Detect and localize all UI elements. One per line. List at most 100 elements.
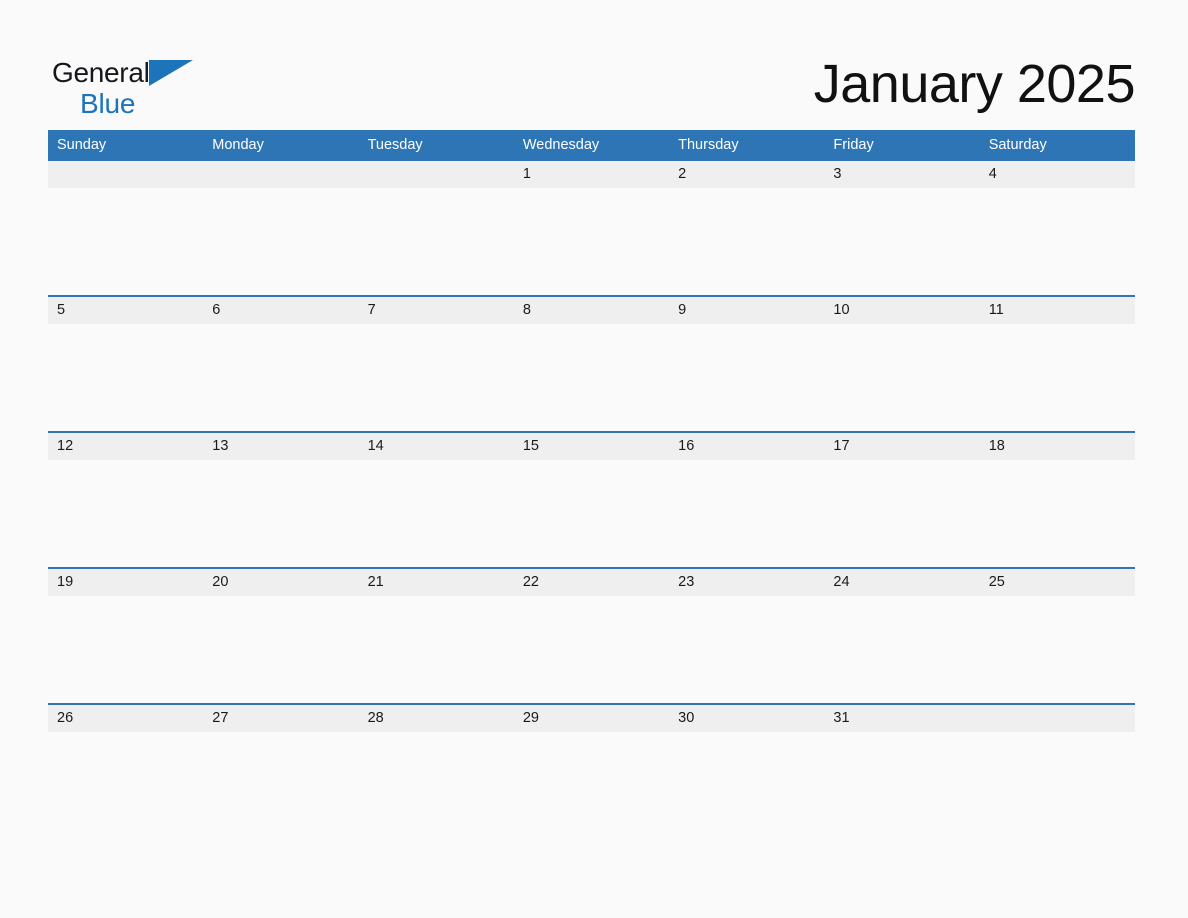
day-cell-number[interactable]: 7 [359, 297, 514, 324]
day-cell-body[interactable] [358, 732, 514, 762]
page-title: January 2025 [813, 54, 1136, 114]
week-date-strip: 26 27 28 29 30 31 [48, 705, 1135, 732]
week-body-strip [48, 460, 1135, 567]
day-cell-number[interactable]: 10 [824, 297, 979, 324]
logo-top-row: General [52, 58, 252, 88]
day-cell-number[interactable]: 1 [514, 161, 669, 188]
day-cell-body[interactable] [203, 324, 359, 431]
day-cell-number[interactable] [359, 161, 514, 188]
day-cell-number[interactable]: 29 [514, 705, 669, 732]
day-cell-body[interactable] [358, 188, 514, 295]
day-cell-number[interactable]: 27 [203, 705, 358, 732]
day-cell-body[interactable] [203, 188, 359, 295]
week-row: 19 20 21 22 23 24 25 [48, 567, 1135, 703]
day-cell-number[interactable]: 21 [359, 569, 514, 596]
calendar-grid: Sunday Monday Tuesday Wednesday Thursday… [48, 130, 1135, 762]
day-cell-body[interactable] [203, 596, 359, 703]
day-cell-number[interactable]: 8 [514, 297, 669, 324]
day-cell-number[interactable]: 20 [203, 569, 358, 596]
day-cell-number[interactable]: 19 [48, 569, 203, 596]
day-cell-body[interactable] [48, 596, 204, 703]
day-cell-number[interactable] [203, 161, 358, 188]
week-date-strip: 1 2 3 4 [48, 161, 1135, 188]
day-cell-body[interactable] [358, 460, 514, 567]
day-cell-number[interactable]: 23 [669, 569, 824, 596]
week-row: 1 2 3 4 [48, 161, 1135, 295]
day-cell-number[interactable]: 3 [824, 161, 979, 188]
weekday-header-tuesday: Tuesday [367, 137, 423, 153]
logo-text-blue: Blue [80, 88, 136, 119]
day-cell-number[interactable]: 31 [824, 705, 979, 732]
day-cell-body[interactable] [513, 324, 670, 431]
day-cell-number[interactable] [48, 161, 203, 188]
week-date-strip: 19 20 21 22 23 24 25 [48, 569, 1135, 596]
day-cell-number[interactable]: 15 [514, 433, 669, 460]
day-cell-body[interactable] [669, 188, 825, 295]
logo-text-general: General [52, 57, 150, 88]
week-body-strip [48, 188, 1135, 295]
day-cell-number[interactable]: 9 [669, 297, 824, 324]
week-row: 12 13 14 15 16 17 18 [48, 431, 1135, 567]
week-row: 26 27 28 29 30 31 [48, 703, 1135, 762]
weekday-header-sunday: Sunday [57, 137, 107, 153]
day-cell-body[interactable] [203, 460, 359, 567]
day-cell-body[interactable] [669, 324, 825, 431]
day-cell-number[interactable]: 5 [48, 297, 203, 324]
day-cell-body[interactable] [48, 732, 204, 762]
weekday-header-monday: Monday [212, 137, 264, 153]
day-cell-body[interactable] [669, 460, 825, 567]
day-cell-body[interactable] [824, 460, 980, 567]
day-cell-body[interactable] [824, 596, 980, 703]
day-cell-body[interactable] [203, 732, 359, 762]
day-cell-body[interactable] [979, 732, 1135, 762]
day-cell-number[interactable]: 13 [203, 433, 358, 460]
week-body-strip [48, 596, 1135, 703]
day-cell-body[interactable] [669, 596, 825, 703]
week-row: 5 6 7 8 9 10 11 [48, 295, 1135, 431]
weekday-header-row: Sunday Monday Tuesday Wednesday Thursday… [48, 130, 1135, 161]
day-cell-body[interactable] [513, 732, 670, 762]
day-cell-body[interactable] [48, 460, 204, 567]
day-cell-number[interactable]: 4 [980, 161, 1135, 188]
calendar-page: General Blue January 2025 Sunday Monday … [0, 0, 1188, 918]
day-cell-body[interactable] [513, 460, 670, 567]
day-cell-body[interactable] [513, 596, 670, 703]
day-cell-body[interactable] [979, 324, 1135, 431]
day-cell-body[interactable] [979, 596, 1135, 703]
day-cell-number[interactable]: 17 [824, 433, 979, 460]
day-cell-number[interactable]: 30 [669, 705, 824, 732]
day-cell-number[interactable]: 26 [48, 705, 203, 732]
general-blue-logo: General Blue [52, 58, 252, 119]
day-cell-body[interactable] [358, 596, 514, 703]
day-cell-body[interactable] [48, 188, 204, 295]
day-cell-number[interactable]: 24 [824, 569, 979, 596]
day-cell-number[interactable]: 11 [980, 297, 1135, 324]
day-cell-body[interactable] [824, 732, 980, 762]
day-cell-number[interactable]: 28 [359, 705, 514, 732]
day-cell-number[interactable]: 16 [669, 433, 824, 460]
day-cell-body[interactable] [513, 188, 670, 295]
day-cell-body[interactable] [48, 324, 204, 431]
week-date-strip: 12 13 14 15 16 17 18 [48, 433, 1135, 460]
weekday-header-saturday: Saturday [988, 137, 1047, 153]
day-cell-body[interactable] [979, 188, 1135, 295]
day-cell-number[interactable]: 6 [203, 297, 358, 324]
blue-triangle-icon [148, 60, 193, 86]
day-cell-number[interactable]: 25 [980, 569, 1135, 596]
day-cell-body[interactable] [824, 188, 980, 295]
day-cell-number[interactable]: 14 [359, 433, 514, 460]
day-cell-number[interactable]: 12 [48, 433, 203, 460]
weekday-header-wednesday: Wednesday [522, 137, 600, 153]
day-cell-body[interactable] [669, 732, 825, 762]
day-cell-number[interactable]: 2 [669, 161, 824, 188]
day-cell-body[interactable] [979, 460, 1135, 567]
day-cell-body[interactable] [358, 324, 514, 431]
day-cell-number[interactable]: 18 [980, 433, 1135, 460]
day-cell-body[interactable] [824, 324, 980, 431]
week-body-strip [48, 324, 1135, 431]
day-cell-number[interactable]: 22 [514, 569, 669, 596]
weekday-header-thursday: Thursday [678, 137, 739, 153]
week-date-strip: 5 6 7 8 9 10 11 [48, 297, 1135, 324]
masthead: General Blue January 2025 [48, 48, 1136, 120]
day-cell-number[interactable] [980, 705, 1135, 732]
